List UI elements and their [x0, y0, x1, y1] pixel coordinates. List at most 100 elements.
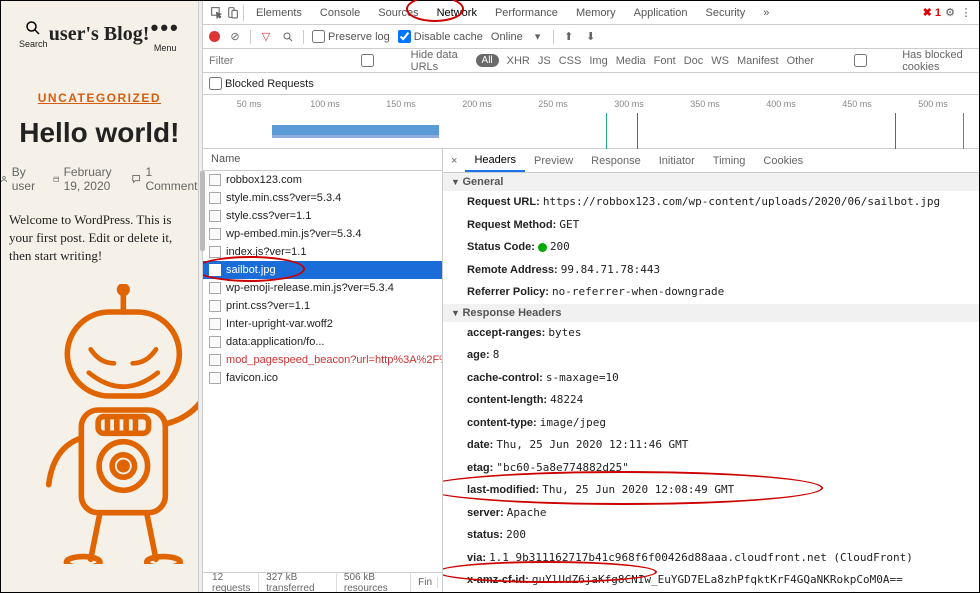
header-row: etag: "bc60-5a8e774882d25" [443, 457, 979, 480]
request-row[interactable]: sailbot.jpg [203, 261, 442, 279]
header-row: x-amz-cf-id: guYlUdZ6jaKfg8CNIw_EuYGD7EL… [443, 569, 979, 592]
request-name: sailbot.jpg [226, 264, 276, 276]
request-name: Inter-upright-var.woff2 [226, 318, 333, 330]
request-name: wp-emoji-release.min.js?ver=5.3.4 [226, 282, 394, 294]
filter-icon[interactable]: ▽ [259, 30, 273, 44]
filter-manifest[interactable]: Manifest [737, 55, 779, 67]
dtab-cookies[interactable]: Cookies [754, 151, 812, 171]
header-row: Remote Address: 99.84.71.78:443 [443, 259, 979, 282]
request-row[interactable]: data:application/fo... [203, 333, 442, 351]
filter-js[interactable]: JS [538, 55, 551, 67]
meta-author[interactable]: By user [1, 165, 39, 193]
tab-elements[interactable]: Elements [248, 3, 310, 23]
inspect-icon[interactable] [209, 6, 223, 20]
dtab-timing[interactable]: Timing [704, 151, 755, 171]
request-name: robbox123.com [226, 174, 302, 186]
filter-other[interactable]: Other [787, 55, 815, 67]
timeline[interactable]: 50 ms100 ms150 ms200 ms250 ms300 ms350 m… [203, 95, 979, 149]
status-bar: 12 requests327 kB transferred506 kB reso… [203, 572, 442, 592]
filter-xhr[interactable]: XHR [507, 55, 530, 67]
error-badge[interactable]: ✖ 1 [923, 6, 941, 19]
filter-doc[interactable]: Doc [684, 55, 704, 67]
filter-input[interactable] [209, 55, 319, 67]
blocked-cookies-checkbox[interactable]: Has blocked cookies [822, 49, 973, 73]
meta-date[interactable]: February 19, 2020 [53, 165, 117, 193]
tab-memory[interactable]: Memory [568, 3, 624, 23]
site-title[interactable]: user's Blog! [49, 23, 150, 46]
request-row[interactable]: robbox123.com [203, 171, 442, 189]
blocked-requests-bar: Blocked Requests [203, 73, 979, 95]
filter-ws[interactable]: WS [711, 55, 729, 67]
file-icon [209, 318, 221, 330]
request-row[interactable]: print.css?ver=1.1 [203, 297, 442, 315]
hide-data-urls-checkbox[interactable]: Hide data URLs [327, 49, 468, 73]
search-button[interactable]: Search [19, 19, 48, 49]
filter-media[interactable]: Media [616, 55, 646, 67]
header-row: content-length: 48224 [443, 389, 979, 412]
request-name: style.min.css?ver=5.3.4 [226, 192, 341, 204]
meta-comments[interactable]: 1 Comment [131, 165, 199, 193]
file-icon [209, 282, 221, 294]
dtab-response[interactable]: Response [582, 151, 650, 171]
devtools-panel: Elements Console Sources Network Perform… [203, 1, 979, 592]
name-column-header[interactable]: Name [203, 149, 442, 171]
timeline-labels: 50 ms100 ms150 ms200 ms250 ms300 ms350 m… [203, 99, 979, 109]
file-icon [209, 372, 221, 384]
request-row[interactable]: style.css?ver=1.1 [203, 207, 442, 225]
header-row: Status Code: 200 [443, 236, 979, 259]
upload-icon[interactable]: ⬆ [562, 30, 576, 44]
menu-button[interactable]: ••• Menu [151, 15, 180, 53]
tab-network[interactable]: Network [429, 3, 485, 23]
tab-security[interactable]: Security [698, 3, 754, 23]
request-row[interactable]: Inter-upright-var.woff2 [203, 315, 442, 333]
filter-font[interactable]: Font [654, 55, 676, 67]
request-row[interactable]: favicon.ico [203, 369, 442, 387]
device-icon[interactable] [225, 6, 239, 20]
file-icon [209, 354, 221, 366]
header-row: last-modified: Thu, 25 Jun 2020 12:08:49… [443, 479, 979, 502]
dtab-preview[interactable]: Preview [525, 151, 582, 171]
calendar-icon [53, 173, 60, 185]
file-icon [209, 336, 221, 348]
filter-css[interactable]: CSS [559, 55, 582, 67]
record-button[interactable] [209, 31, 220, 42]
throttle-caret-icon[interactable]: ▾ [531, 30, 545, 44]
search-toolbar-icon[interactable] [281, 30, 295, 44]
download-icon[interactable]: ⬇ [584, 30, 598, 44]
menu-label: Menu [154, 43, 177, 53]
header-row: Referrer Policy: no-referrer-when-downgr… [443, 281, 979, 304]
tab-console[interactable]: Console [312, 3, 368, 23]
dtab-initiator[interactable]: Initiator [650, 151, 704, 171]
preserve-log-checkbox[interactable]: Preserve log [312, 30, 390, 43]
dots-icon: ••• [151, 15, 180, 41]
tabs-more[interactable]: » [755, 3, 777, 23]
dtab-headers[interactable]: Headers [465, 150, 525, 172]
request-row[interactable]: mod_pagespeed_beacon?url=http%3A%2F%2Fro… [203, 351, 442, 369]
blocked-requests-checkbox[interactable]: Blocked Requests [209, 77, 314, 90]
section-header[interactable]: General [443, 173, 979, 191]
file-icon [209, 174, 221, 186]
disable-cache-checkbox[interactable]: Disable cache [398, 30, 483, 43]
request-name: favicon.ico [226, 372, 278, 384]
tab-application[interactable]: Application [626, 3, 696, 23]
close-detail-icon[interactable]: × [443, 155, 465, 167]
kebab-icon[interactable]: ⋮ [959, 6, 973, 20]
tab-sources[interactable]: Sources [370, 3, 426, 23]
section-header[interactable]: Response Headers [443, 304, 979, 322]
gear-icon[interactable]: ⚙ [943, 6, 957, 20]
header-row: age: 8 [443, 344, 979, 367]
online-select[interactable]: Online [491, 31, 523, 43]
category-link[interactable]: UNCATEGORIZED [38, 91, 161, 105]
wordpress-page: Search user's Blog! ••• Menu UNCATEGORIZ… [1, 1, 199, 592]
clear-icon[interactable]: ⊘ [228, 30, 242, 44]
request-row[interactable]: wp-embed.min.js?ver=5.3.4 [203, 225, 442, 243]
tab-performance[interactable]: Performance [487, 3, 566, 23]
file-icon [209, 300, 221, 312]
filter-all[interactable]: All [476, 54, 499, 67]
request-row[interactable]: style.min.css?ver=5.3.4 [203, 189, 442, 207]
request-row[interactable]: wp-emoji-release.min.js?ver=5.3.4 [203, 279, 442, 297]
header-row: accept-ranges: bytes [443, 322, 979, 345]
detail-tabs: × Headers Preview Response Initiator Tim… [443, 149, 979, 173]
request-row[interactable]: index.js?ver=1.1 [203, 243, 442, 261]
filter-img[interactable]: Img [589, 55, 607, 67]
